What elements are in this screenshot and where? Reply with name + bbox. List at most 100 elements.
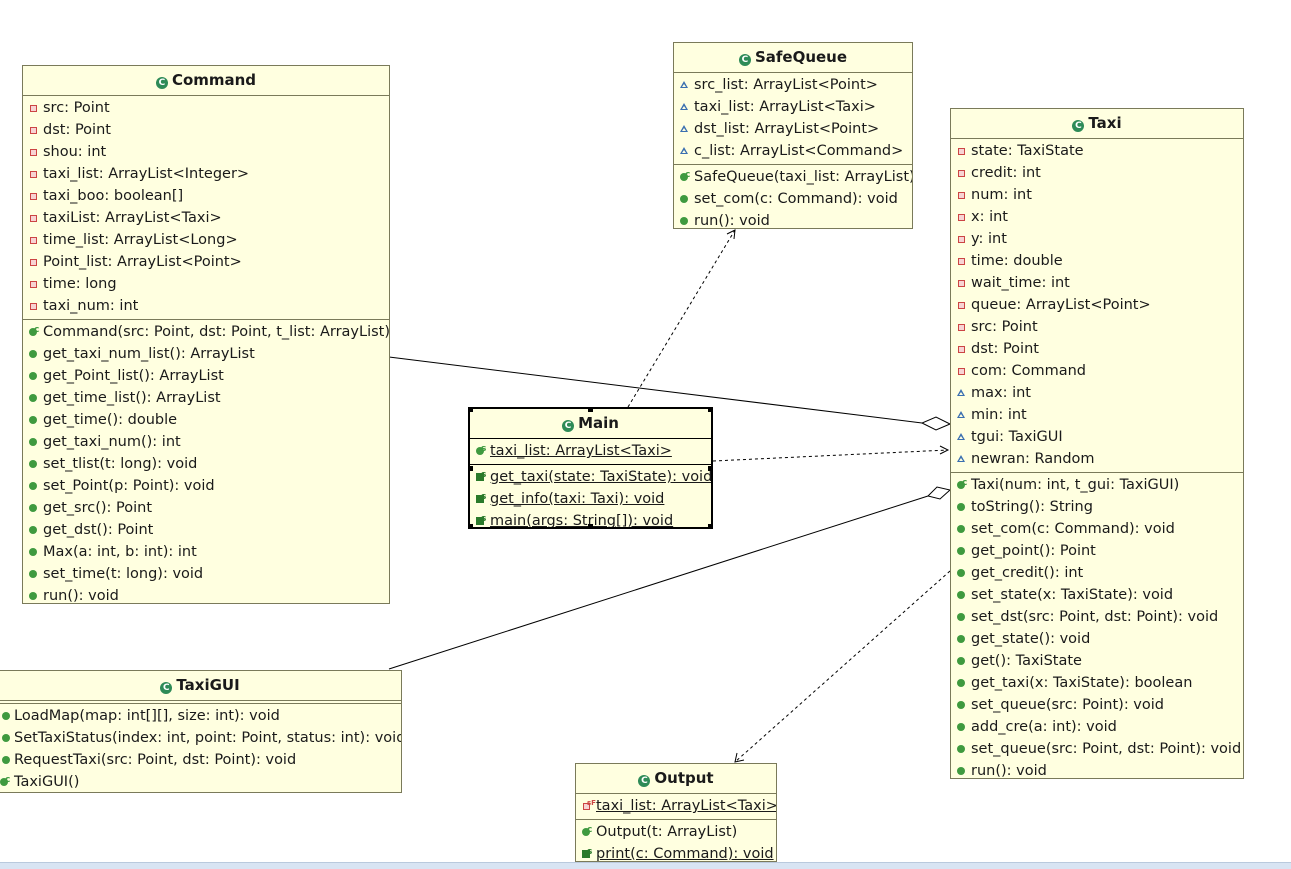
attribute[interactable]: min: int [951, 404, 1243, 426]
class-name: TaxiGUI [176, 676, 240, 694]
operation[interactable]: Output(t: ArrayList) [576, 819, 776, 843]
attribute[interactable]: taxiList: ArrayList<Taxi> [23, 207, 389, 229]
class-icon: C [155, 77, 168, 89]
operation[interactable]: get_credit(): int [951, 562, 1243, 584]
attribute[interactable]: c_list: ArrayList<Command> [674, 140, 912, 162]
operation[interactable]: get_taxi_num_list(): ArrayList [23, 343, 389, 365]
operation[interactable]: LoadMap(map: int[][], size: int): void [0, 705, 401, 727]
attribute[interactable]: taxi_list: ArrayList<Taxi> [674, 96, 912, 118]
attribute[interactable]: taxi_list: ArrayList<Taxi> [470, 438, 711, 462]
private-field-icon [956, 140, 968, 162]
constructor-icon [956, 472, 968, 496]
selection-handle[interactable] [470, 466, 473, 471]
operation[interactable]: Max(a: int, b: int): int [23, 541, 389, 563]
attribute[interactable]: taxi_boo: boolean[] [23, 185, 389, 207]
static-method-icon [475, 508, 487, 527]
operation[interactable]: get_taxi_num(): int [23, 431, 389, 453]
attribute[interactable]: time: long [23, 273, 389, 295]
attribute[interactable]: credit: int [951, 162, 1243, 184]
private-field-icon [28, 251, 40, 273]
arrowhead-output [734, 752, 745, 763]
class-taxigui[interactable]: C TaxiGUI LoadMap(map: int[][], size: int… [0, 670, 402, 793]
attribute[interactable]: time: double [951, 250, 1243, 272]
class-main[interactable]: CMain taxi_list: ArrayList<Taxi> get_tax… [468, 407, 713, 529]
attribute[interactable]: dst: Point [23, 119, 389, 141]
class-output[interactable]: COutput taxi_list: ArrayList<Taxi> Outpu… [575, 763, 777, 862]
operation[interactable]: get_time(): double [23, 409, 389, 431]
operation[interactable]: set_time(t: long): void [23, 563, 389, 585]
operation[interactable]: get_time_list(): ArrayList [23, 387, 389, 409]
constructor-icon [581, 819, 593, 843]
class-taxi[interactable]: C Taxi state: TaxiState credit: int num: … [950, 108, 1244, 779]
package-field-icon [956, 382, 968, 404]
attribute[interactable]: y: int [951, 228, 1243, 250]
attribute[interactable]: Point_list: ArrayList<Point> [23, 251, 389, 273]
attribute[interactable]: tgui: TaxiGUI [951, 426, 1243, 448]
attribute[interactable]: num: int [951, 184, 1243, 206]
private-field-icon [956, 250, 968, 272]
attribute[interactable]: x: int [951, 206, 1243, 228]
attribute[interactable]: taxi_list: ArrayList<Taxi> [576, 792, 776, 817]
operation[interactable]: set_tlist(t: long): void [23, 453, 389, 475]
operation[interactable]: run(): void [23, 585, 389, 603]
operation[interactable]: get_src(): Point [23, 497, 389, 519]
aggregation-diamond-taxi-command [920, 416, 952, 431]
attribute[interactable]: dst: Point [951, 338, 1243, 360]
operation[interactable]: SafeQueue(taxi_list: ArrayList) [674, 164, 912, 188]
operation[interactable]: get_taxi(state: TaxiState): void [470, 464, 711, 488]
operation[interactable]: Taxi(num: int, t_gui: TaxiGUI) [951, 472, 1243, 496]
attribute[interactable]: src: Point [951, 316, 1243, 338]
private-field-icon [956, 272, 968, 294]
operation[interactable]: get_taxi(x: TaxiState): boolean [951, 672, 1243, 694]
attribute[interactable]: com: Command [951, 360, 1243, 382]
attribute[interactable]: time_list: ArrayList<Long> [23, 229, 389, 251]
operation[interactable]: get_Point_list(): ArrayList [23, 365, 389, 387]
operation[interactable]: print(c: Command): void [576, 841, 776, 861]
operation[interactable]: get(): TaxiState [951, 650, 1243, 672]
attributes-compartment: taxi_list: ArrayList<Taxi> [470, 438, 711, 465]
attribute[interactable]: taxi_num: int [23, 295, 389, 317]
attribute[interactable]: newran: Random [951, 448, 1243, 470]
operation[interactable]: run(): void [951, 760, 1243, 778]
operation[interactable]: get_point(): Point [951, 540, 1243, 562]
package-field-icon [679, 140, 691, 162]
class-command[interactable]: C Command src: Point dst: Point shou: int… [22, 65, 390, 604]
attribute[interactable]: max: int [951, 382, 1243, 404]
attribute[interactable]: queue: ArrayList<Point> [951, 294, 1243, 316]
attribute[interactable]: taxi_list: ArrayList<Integer> [23, 163, 389, 185]
operation[interactable]: add_cre(a: int): void [951, 716, 1243, 738]
operation[interactable]: toString(): String [951, 496, 1243, 518]
operation[interactable]: get_info(taxi: Taxi): void [470, 486, 711, 510]
private-field-icon [956, 294, 968, 316]
operation[interactable]: get_dst(): Point [23, 519, 389, 541]
class-icon: C [562, 420, 575, 432]
attribute[interactable]: src: Point [23, 97, 389, 119]
private-field-icon [28, 229, 40, 251]
operation[interactable]: run(): void [674, 210, 912, 228]
class-safequeue[interactable]: C SafeQueue src_list: ArrayList<Point> ta… [673, 42, 913, 229]
attribute[interactable]: shou: int [23, 141, 389, 163]
public-method-icon [956, 760, 968, 778]
operation[interactable]: set_com(c: Command): void [674, 188, 912, 210]
operation[interactable]: set_dst(src: Point, dst: Point): void [951, 606, 1243, 628]
operation[interactable]: set_com(c: Command): void [951, 518, 1243, 540]
operation[interactable]: Command(src: Point, dst: Point, t_list: … [23, 319, 389, 343]
selection-handle[interactable] [470, 409, 473, 412]
attributes-compartment: taxi_list: ArrayList<Taxi> [576, 792, 776, 820]
attribute[interactable]: dst_list: ArrayList<Point> [674, 118, 912, 140]
operation[interactable]: SetTaxiStatus(index: int, point: Point, … [0, 727, 401, 749]
attribute[interactable]: wait_time: int [951, 272, 1243, 294]
operation[interactable]: RequestTaxi(src: Point, dst: Point): voi… [0, 749, 401, 771]
selection-handle[interactable] [708, 466, 711, 471]
operation[interactable]: set_Point(p: Point): void [23, 475, 389, 497]
operation[interactable]: TaxiGUI() [0, 769, 401, 792]
operation[interactable]: get_state(): void [951, 628, 1243, 650]
attribute[interactable]: state: TaxiState [951, 140, 1243, 162]
attribute[interactable]: src_list: ArrayList<Point> [674, 74, 912, 96]
operation[interactable]: set_queue(src: Point): void [951, 694, 1243, 716]
edge-taxi-output [734, 570, 951, 763]
operation[interactable]: set_queue(src: Point, dst: Point): void [951, 738, 1243, 760]
operation[interactable]: set_state(x: TaxiState): void [951, 584, 1243, 606]
selection-handle[interactable] [708, 409, 711, 412]
selection-handle[interactable] [588, 409, 593, 412]
